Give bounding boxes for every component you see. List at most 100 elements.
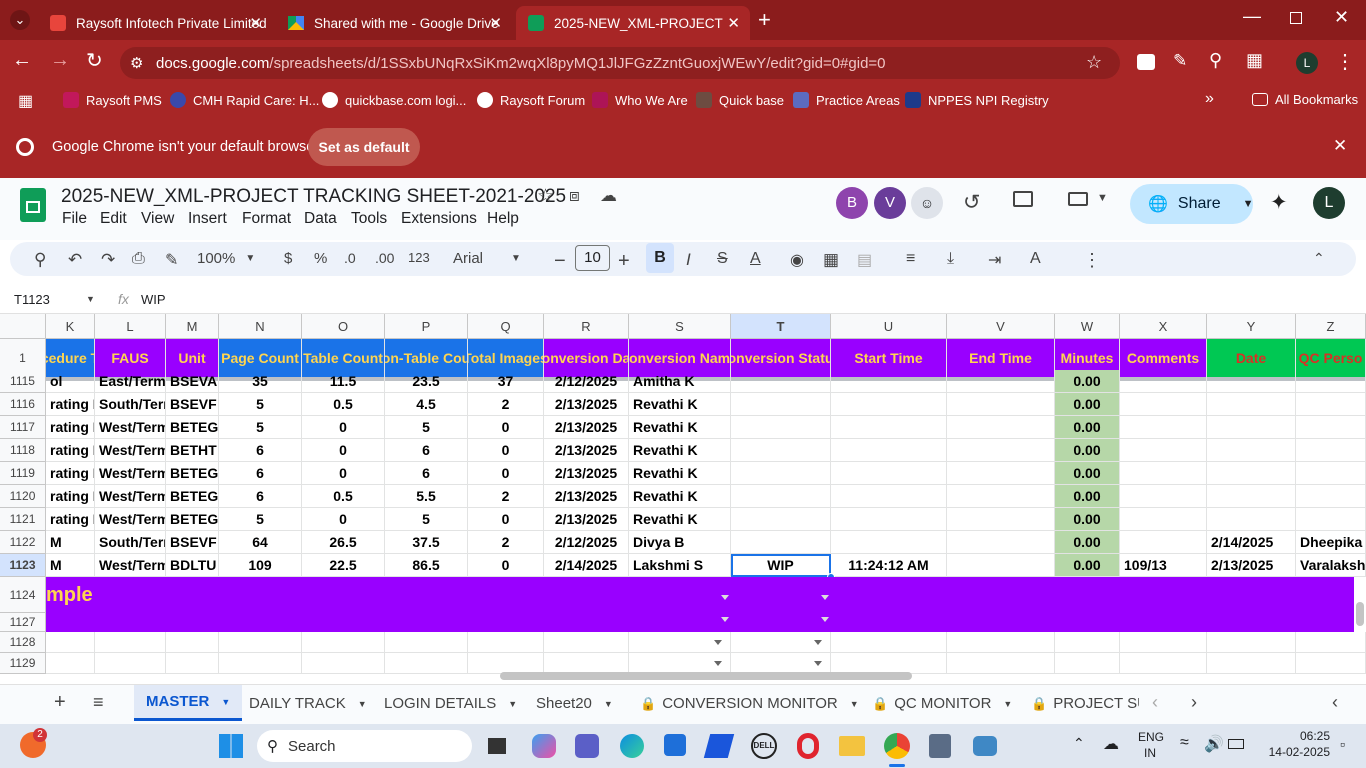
spreadsheet-grid[interactable]: KLMNOPQRSTUVWXYZ1cedure TFAUSUnitPage Co… <box>0 314 1366 684</box>
table-cell[interactable]: 5 <box>219 416 302 439</box>
row-header[interactable]: 1118 <box>0 439 46 462</box>
table-cell[interactable]: 5 <box>385 508 468 531</box>
table-cell[interactable] <box>544 632 629 653</box>
edge-icon[interactable] <box>620 734 644 758</box>
table-cell[interactable]: 2 <box>468 531 544 554</box>
row-header[interactable]: 1129 <box>0 653 46 674</box>
present-users-icon[interactable]: ☺ <box>911 187 943 219</box>
table-cell[interactable] <box>831 416 947 439</box>
table-cell[interactable] <box>947 485 1055 508</box>
menu-file[interactable]: File <box>62 210 87 228</box>
new-tab-icon[interactable]: + <box>758 7 771 33</box>
close-tab-icon[interactable]: ✕ <box>249 14 262 32</box>
table-cell[interactable]: 5 <box>385 416 468 439</box>
menu-extensions[interactable]: Extensions <box>401 210 477 228</box>
strikethrough-button[interactable]: S <box>717 250 728 268</box>
sheet-tab[interactable]: 🔒 CONVERSION MONITOR ▼ <box>628 695 871 712</box>
table-cell[interactable]: 2/13/2025 <box>544 508 629 531</box>
dropdown-chevron-icon[interactable] <box>721 617 729 622</box>
network-app-icon[interactable] <box>973 736 997 756</box>
column-header[interactable]: X <box>1120 314 1207 339</box>
table-cell[interactable]: rating Pr <box>46 439 95 462</box>
table-cell[interactable] <box>947 531 1055 554</box>
table-cell[interactable] <box>947 370 1055 393</box>
chevron-down-icon[interactable]: ▼ <box>86 294 95 304</box>
chevron-down-icon[interactable]: ▼ <box>1003 699 1012 709</box>
table-cell[interactable]: rating Pr <box>46 508 95 531</box>
column-header[interactable]: V <box>947 314 1055 339</box>
currency-format-button[interactable]: $ <box>284 250 292 267</box>
table-cell[interactable]: 0 <box>302 462 385 485</box>
table-cell[interactable]: 6 <box>385 439 468 462</box>
zoom-icon[interactable]: ⚲ <box>1209 50 1222 71</box>
table-cell[interactable]: 0.00 <box>1055 508 1120 531</box>
table-cell[interactable]: 0.00 <box>1055 531 1120 554</box>
table-cell[interactable]: 0 <box>468 462 544 485</box>
table-cell[interactable] <box>629 653 731 674</box>
zoom-select[interactable]: 100% ▼ <box>197 250 255 267</box>
table-cell[interactable]: Revathi K <box>629 462 731 485</box>
bookmark-raysoft-forum[interactable]: Raysoft Forum <box>477 92 585 108</box>
print-icon[interactable]: ⎙ <box>132 250 145 268</box>
row-header[interactable]: 1119 <box>0 462 46 485</box>
increase-decimal-button[interactable]: .00 <box>375 250 394 266</box>
chevron-down-icon[interactable]: ▼ <box>508 699 517 709</box>
bookmark-star-icon[interactable]: ☆ <box>1086 52 1102 73</box>
table-cell[interactable] <box>468 653 544 674</box>
table-cell[interactable]: 6 <box>385 462 468 485</box>
table-cell[interactable] <box>1296 370 1366 393</box>
table-cell[interactable] <box>1120 462 1207 485</box>
close-window-icon[interactable]: ✕ <box>1334 7 1349 28</box>
table-cell[interactable]: Lakshmi S <box>629 554 731 577</box>
table-cell[interactable]: 2/13/2025 <box>544 416 629 439</box>
table-cell[interactable] <box>831 508 947 531</box>
chevron-down-icon[interactable]: ▼ <box>358 699 367 709</box>
column-header[interactable]: N <box>219 314 302 339</box>
table-cell[interactable]: Varalaksh <box>1296 554 1366 577</box>
share-chevron-icon[interactable]: ▼ <box>1243 198 1254 210</box>
battery-icon[interactable] <box>1228 739 1244 749</box>
fill-color-icon[interactable]: ◉ <box>790 250 804 270</box>
table-cell[interactable]: 2/12/2025 <box>544 370 629 393</box>
table-cell[interactable] <box>947 653 1055 674</box>
table-cell[interactable] <box>1207 508 1296 531</box>
bookmark-cmh[interactable]: CMH Rapid Care: H... <box>170 92 319 108</box>
file-explorer-icon[interactable] <box>839 736 865 756</box>
lang-bottom[interactable]: IN <box>1144 746 1156 760</box>
column-header[interactable]: L <box>95 314 166 339</box>
row-header[interactable]: 1121 <box>0 508 46 531</box>
table-cell[interactable]: West/Termi <box>95 416 166 439</box>
table-cell[interactable] <box>1296 416 1366 439</box>
meet-chevron-icon[interactable]: ▼ <box>1097 192 1108 204</box>
table-cell[interactable] <box>831 653 947 674</box>
table-cell[interactable] <box>1120 508 1207 531</box>
more-formats-button[interactable]: 123 <box>408 250 430 265</box>
forward-icon[interactable]: → <box>50 49 70 72</box>
table-cell[interactable]: BETEG <box>166 416 219 439</box>
table-cell[interactable] <box>731 462 831 485</box>
table-cell[interactable] <box>831 531 947 554</box>
chevron-down-icon[interactable]: ▼ <box>850 699 859 709</box>
table-cell[interactable]: ol <box>46 370 95 393</box>
table-cell[interactable]: rating Pr <box>46 485 95 508</box>
table-cell[interactable] <box>947 416 1055 439</box>
row-header[interactable]: 1123 <box>0 554 46 577</box>
table-cell[interactable] <box>219 653 302 674</box>
move-icon[interactable]: ⧈ <box>569 186 580 206</box>
bookmark-who-we-are[interactable]: Who We Are <box>592 92 688 108</box>
bold-button[interactable]: B <box>646 243 674 273</box>
table-cell[interactable]: rating Pr <box>46 416 95 439</box>
clock-date[interactable]: 14-02-2025 <box>1258 745 1330 759</box>
table-cell[interactable] <box>385 653 468 674</box>
table-cell[interactable]: 5 <box>219 393 302 416</box>
menu-insert[interactable]: Insert <box>188 210 227 228</box>
table-cell[interactable] <box>831 439 947 462</box>
table-cell[interactable]: 2/13/2025 <box>1207 554 1296 577</box>
table-cell[interactable]: 11.5 <box>302 370 385 393</box>
sheets-logo-icon[interactable] <box>20 188 46 222</box>
table-cell[interactable] <box>1296 462 1366 485</box>
table-cell[interactable] <box>1207 439 1296 462</box>
text-color-button[interactable]: A <box>750 250 761 268</box>
table-cell[interactable]: WIP <box>731 554 831 577</box>
table-cell[interactable]: Divya B <box>629 531 731 554</box>
